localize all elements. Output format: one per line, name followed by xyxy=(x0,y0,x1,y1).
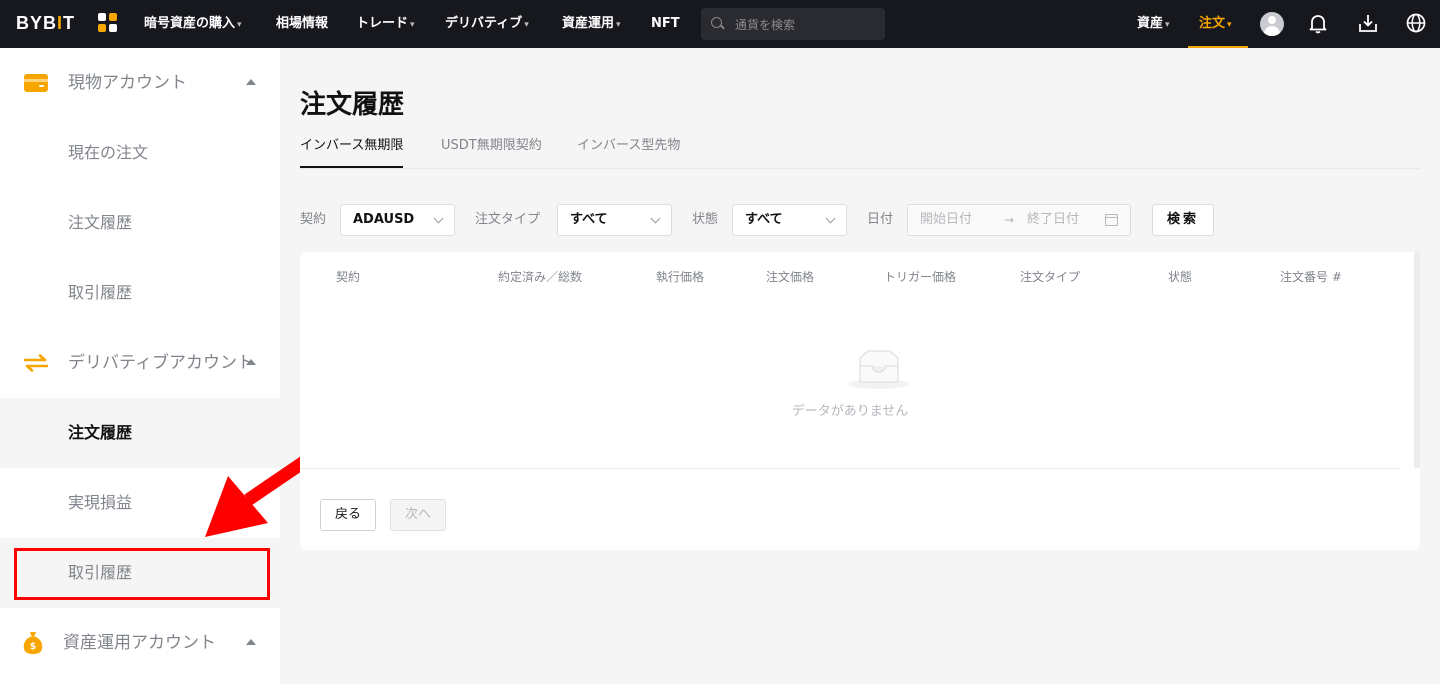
end-date-input[interactable]: 終了日付 xyxy=(1027,205,1079,235)
chevron-down-icon: ▾ xyxy=(616,20,621,30)
chevron-down-icon xyxy=(825,213,836,224)
sidebar-section-label: 現物アカウント xyxy=(68,73,187,93)
sidebar-item-label: 取引履歴 xyxy=(68,283,133,302)
column-header-exec-price: 執行価格 xyxy=(656,270,705,284)
select-value: すべて xyxy=(570,212,608,227)
chevron-down-icon: ▾ xyxy=(410,20,415,30)
nav-label: 資産運用 xyxy=(562,16,615,31)
logo-text-right: T xyxy=(63,13,76,33)
search-input[interactable] xyxy=(733,8,877,42)
sidebar-item-label: 注文履歴 xyxy=(68,213,133,232)
range-arrow-icon: → xyxy=(1004,213,1015,227)
tab-inverse-perpetual[interactable]: インバース無期限 xyxy=(300,130,404,168)
sidebar-section-earn-account[interactable]: $ 資産運用アカウント xyxy=(0,608,280,678)
date-filter-label: 日付 xyxy=(867,212,894,227)
nav-markets[interactable]: 相場情報 xyxy=(276,0,328,48)
transfer-arrows-icon xyxy=(24,354,48,372)
bybit-logo[interactable]: BYBIT xyxy=(16,13,75,34)
chevron-down-icon xyxy=(433,213,444,224)
column-header-trigger-price: トリガー価格 xyxy=(884,270,957,284)
sidebar-item-label: 現在の注文 xyxy=(68,143,149,162)
globe-icon[interactable] xyxy=(1405,12,1427,34)
sidebar-section-derivatives-account[interactable]: デリバティブアカウント xyxy=(0,328,280,398)
nav-label: 資産 xyxy=(1137,16,1164,31)
table-scrollbar[interactable] xyxy=(1414,252,1420,468)
chevron-down-icon xyxy=(650,213,661,224)
status-select[interactable]: すべて xyxy=(732,204,847,236)
column-header-order-price: 注文価格 xyxy=(766,270,815,284)
sidebar-item-label: 注文履歴 xyxy=(68,423,133,442)
column-header-filled-total: 約定済み／総数 xyxy=(498,270,583,284)
search-icon xyxy=(711,17,722,28)
money-bag-icon: $ xyxy=(23,632,43,654)
orders-table-card: 契約 約定済み／総数 執行価格 注文価格 トリガー価格 注文タイプ 状態 注文番… xyxy=(300,252,1420,550)
nav-assets[interactable]: 資産 ▾ xyxy=(1137,0,1170,48)
nav-label: 暗号資産の購入 xyxy=(144,16,236,31)
next-page-button[interactable]: 次へ xyxy=(390,499,447,531)
nav-label: トレード xyxy=(356,16,409,31)
sidebar-section-spot-account[interactable]: 現物アカウント xyxy=(0,48,280,118)
avatar[interactable] xyxy=(1260,12,1284,36)
sidebar-item-spot-order-history[interactable]: 注文履歴 xyxy=(0,188,280,258)
nav-label: 相場情報 xyxy=(276,16,329,31)
column-header-contract: 契約 xyxy=(336,270,361,284)
column-header-status: 状態 xyxy=(1168,270,1193,284)
nav-earn[interactable]: 資産運用 ▾ xyxy=(562,0,621,48)
search-box[interactable] xyxy=(701,8,885,42)
sidebar-item-spot-trade-history[interactable]: 取引履歴 xyxy=(0,258,280,328)
nav-trade[interactable]: トレード ▾ xyxy=(356,0,415,48)
nav-derivatives[interactable]: デリバティブ ▾ xyxy=(445,0,529,48)
nav-label: 注文 xyxy=(1199,16,1226,31)
download-icon[interactable] xyxy=(1357,12,1379,34)
empty-inbox-icon xyxy=(849,350,909,389)
apps-grid-icon[interactable] xyxy=(98,13,118,33)
sidebar-section-label: デリバティブアカウント xyxy=(68,353,254,373)
start-date-input[interactable]: 開始日付 xyxy=(920,205,972,235)
chevron-down-icon: ▾ xyxy=(1227,20,1232,30)
nav-buy-crypto[interactable]: 暗号資産の購入 ▾ xyxy=(144,0,242,48)
nav-orders-active[interactable]: 注文 ▾ xyxy=(1188,0,1248,48)
top-navigation-bar: BYBIT 暗号資産の購入 ▾ 相場情報 トレード ▾ デリバティブ ▾ 資産運用 ▾ … xyxy=(0,0,1440,48)
nav-label: NFT xyxy=(651,16,680,31)
chevron-up-icon[interactable] xyxy=(246,79,256,85)
wallet-icon xyxy=(24,74,48,92)
tab-inverse-futures[interactable]: インバース型先物 xyxy=(577,130,680,168)
chevron-down-icon: ▾ xyxy=(524,20,529,30)
nav-orders[interactable]: 注文 ▾ xyxy=(1199,0,1232,48)
logo-text-left: BYB xyxy=(16,13,58,33)
sidebar-section-label: 資産運用アカウント xyxy=(63,633,216,653)
column-header-order-type: 注文タイプ xyxy=(1020,270,1081,284)
contract-select[interactable]: ADAUSD xyxy=(340,204,455,236)
nav-nft[interactable]: NFT xyxy=(651,0,680,48)
select-value: ADAUSD xyxy=(353,212,415,227)
order-type-select[interactable]: すべて xyxy=(557,204,672,236)
contract-filter-label: 契約 xyxy=(300,212,327,227)
tab-bar: インバース無期限 USDT無期限契約 インバース型先物 xyxy=(300,130,1420,169)
status-filter-label: 状態 xyxy=(692,212,719,227)
bell-icon[interactable] xyxy=(1307,12,1329,34)
column-header-order-id: 注文番号 # xyxy=(1280,270,1342,284)
chevron-down-icon: ▾ xyxy=(1165,20,1170,30)
page-title: 注文履歴 xyxy=(300,90,405,120)
chevron-down-icon: ▾ xyxy=(237,20,242,30)
sidebar-item-label: 実現損益 xyxy=(68,493,133,512)
calendar-icon[interactable] xyxy=(1105,214,1118,226)
chevron-up-icon[interactable] xyxy=(246,359,256,365)
empty-state-text: データがありません xyxy=(791,404,909,419)
select-value: すべて xyxy=(745,212,783,227)
svg-text:$: $ xyxy=(30,642,36,652)
date-range-picker[interactable]: 開始日付 → 終了日付 xyxy=(907,204,1131,236)
prev-page-button[interactable]: 戻る xyxy=(320,499,377,531)
active-underline xyxy=(1188,46,1248,48)
search-button[interactable]: 検索 xyxy=(1152,204,1214,236)
tab-usdt-perpetual[interactable]: USDT無期限契約 xyxy=(441,130,542,168)
nav-label: デリバティブ xyxy=(445,16,523,31)
order-type-filter-label: 注文タイプ xyxy=(475,212,541,227)
sidebar-item-spot-current-orders[interactable]: 現在の注文 xyxy=(0,118,280,188)
table-divider xyxy=(300,468,1400,469)
chevron-up-icon[interactable] xyxy=(246,639,256,645)
